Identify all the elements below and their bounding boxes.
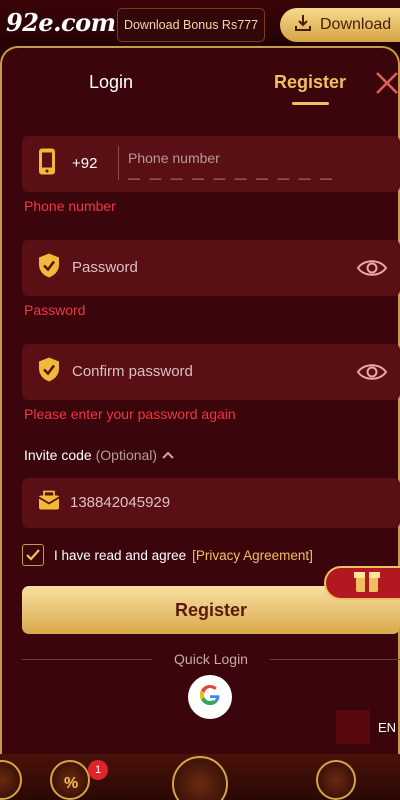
gift-icon[interactable] [316,760,356,800]
invite-optional-label: (Optional) [95,447,158,463]
agree-checkbox[interactable] [22,544,44,566]
top-bar: 92e.com Download Bonus Rs777 Download [0,0,400,46]
shield-icon [38,253,60,284]
tab-register[interactable]: Register [274,72,346,93]
gift-promo-tag[interactable] [324,566,400,600]
invite-code-toggle[interactable]: Invite code (Optional) [24,447,175,463]
phone-input[interactable]: Phone number [128,150,220,166]
phone-field[interactable]: +92 Phone number — — — — — — — — — — [22,136,400,192]
active-tab-indicator [292,102,329,105]
phone-error: Phone number [24,198,116,214]
password-field[interactable]: Password [22,240,400,296]
download-button[interactable]: Download [280,8,400,42]
phone-icon [38,148,56,181]
password-error: Password [24,302,86,318]
nav-icon[interactable] [0,760,22,800]
percent-icon[interactable]: % [50,760,90,800]
privacy-agreement-link[interactable]: [Privacy Agreement] [192,548,313,563]
download-icon [294,14,312,37]
invite-code-field[interactable]: 138842045929 [22,478,400,528]
invite-code-label: Invite code [24,447,92,463]
download-label: Download [320,16,392,33]
register-panel: Login Register +92 Phone number — — — — … [0,46,400,754]
eye-icon[interactable] [356,358,388,391]
language-selector[interactable]: EN [378,720,396,735]
close-icon[interactable] [374,70,400,96]
country-code[interactable]: +92 [72,155,97,172]
confirm-password-error: Please enter your password again [24,406,236,422]
confirm-password-input[interactable]: Confirm password [72,363,193,380]
password-input[interactable]: Password [72,259,138,276]
agree-text: I have read and agree [54,547,187,563]
notification-badge: 1 [88,760,108,780]
tab-login[interactable]: Login [89,72,133,93]
wheel-icon[interactable] [172,756,228,800]
envelope-icon [38,490,60,516]
eye-icon[interactable] [356,254,388,287]
shield-icon [38,357,60,388]
google-login-button[interactable] [188,675,232,719]
quick-login-divider: Quick Login [22,651,400,667]
svg-text:%: % [64,775,78,792]
invite-code-input[interactable]: 138842045929 [70,494,170,511]
divider-line [270,659,400,660]
field-divider [118,146,119,180]
google-icon [198,683,222,712]
confirm-password-field[interactable]: Confirm password [22,344,400,400]
phone-mask: — — — — — — — — — — [128,171,336,185]
language-flag[interactable] [336,710,370,744]
chevron-up-icon [161,447,175,463]
site-logo[interactable]: 92e.com [6,8,116,37]
download-bonus-banner[interactable]: Download Bonus Rs777 [117,8,265,42]
bottom-nav: % [0,754,400,800]
agreement-row: I have read and agree [Privacy Agreement… [22,544,313,566]
